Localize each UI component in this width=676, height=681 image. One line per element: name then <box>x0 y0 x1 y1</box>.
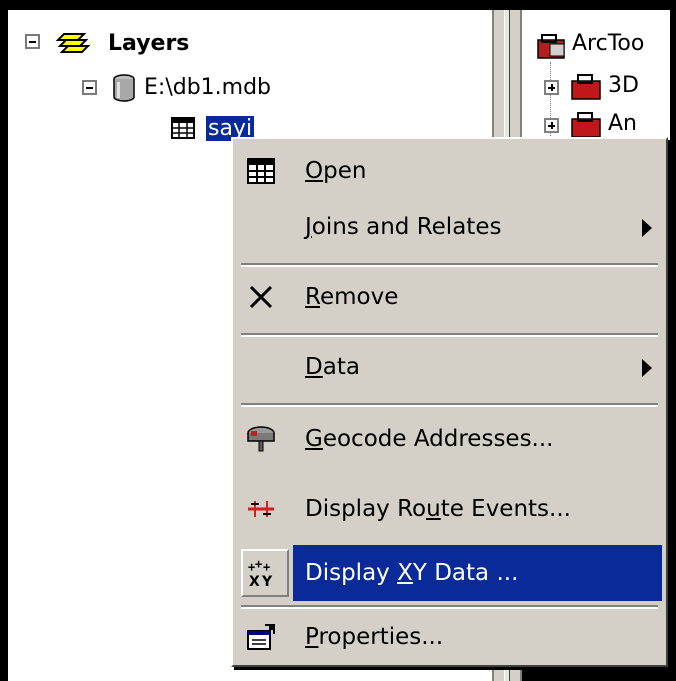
toolbox-3d-label[interactable]: 3D <box>608 72 639 100</box>
layers-label[interactable]: Layers <box>108 30 189 58</box>
menu-item-route-label: Display Route Events... <box>305 496 571 522</box>
menu-item-properties[interactable]: Properties... <box>237 609 662 665</box>
menu-item-joins-and-relates[interactable]: Joins and Relates <box>237 199 662 255</box>
context-menu: Open Joins and Relates Remove Data Geoco… <box>231 137 668 667</box>
menu-separator <box>241 263 658 267</box>
menu-item-display-xy-data[interactable]: + + + X Y Display XY Data ... <box>237 545 662 601</box>
menu-item-display-route-events[interactable]: Display Route Events... <box>237 481 662 537</box>
svg-text:+: + <box>263 560 270 574</box>
menu-item-properties-label: Properties... <box>305 624 444 650</box>
collapse-db-toggle[interactable] <box>82 80 97 95</box>
collapse-layers-toggle[interactable] <box>25 34 40 49</box>
expand-an-toggle[interactable] <box>544 118 559 133</box>
toolbox-an-icon <box>571 112 601 138</box>
table-icon <box>171 117 195 139</box>
route-events-icon <box>248 501 274 517</box>
menu-item-remove-label: Remove <box>305 284 399 310</box>
menu-item-geocode-addresses[interactable]: Geocode Addresses... <box>237 411 662 467</box>
remove-x-icon <box>249 285 273 309</box>
menu-item-open-label: Open <box>305 158 367 184</box>
menu-item-joins-label: Joins and Relates <box>305 214 502 240</box>
menu-separator <box>241 333 658 337</box>
menu-item-open[interactable]: Open <box>237 143 662 199</box>
menu-item-remove[interactable]: Remove <box>237 269 662 325</box>
geocode-mailbox-icon <box>247 426 275 452</box>
svg-text:X: X <box>249 574 260 589</box>
properties-icon <box>247 624 275 650</box>
arctoolbox-label[interactable]: ArcToo <box>572 30 644 58</box>
table-icon <box>247 158 275 184</box>
expand-3d-toggle[interactable] <box>544 80 559 95</box>
toolbox-3d-icon <box>571 74 601 100</box>
toolbox-icon <box>537 34 565 59</box>
submenu-arrow-icon <box>642 359 652 377</box>
xy-data-icon: + + + X Y <box>248 557 273 589</box>
menu-item-data[interactable]: Data <box>237 339 662 395</box>
svg-text:Y: Y <box>261 574 273 589</box>
database-icon <box>113 74 135 102</box>
menu-separator <box>241 403 658 407</box>
submenu-arrow-icon <box>642 219 652 237</box>
layers-icon <box>55 33 90 53</box>
database-label[interactable]: E:\db1.mdb <box>144 74 271 102</box>
menu-item-geocode-label: Geocode Addresses... <box>305 426 554 452</box>
toolbox-an-label[interactable]: An <box>608 110 637 138</box>
svg-text:+: + <box>255 557 262 571</box>
menu-item-data-label: Data <box>305 354 360 380</box>
menu-item-xy-label: Display XY Data ... <box>305 560 519 586</box>
